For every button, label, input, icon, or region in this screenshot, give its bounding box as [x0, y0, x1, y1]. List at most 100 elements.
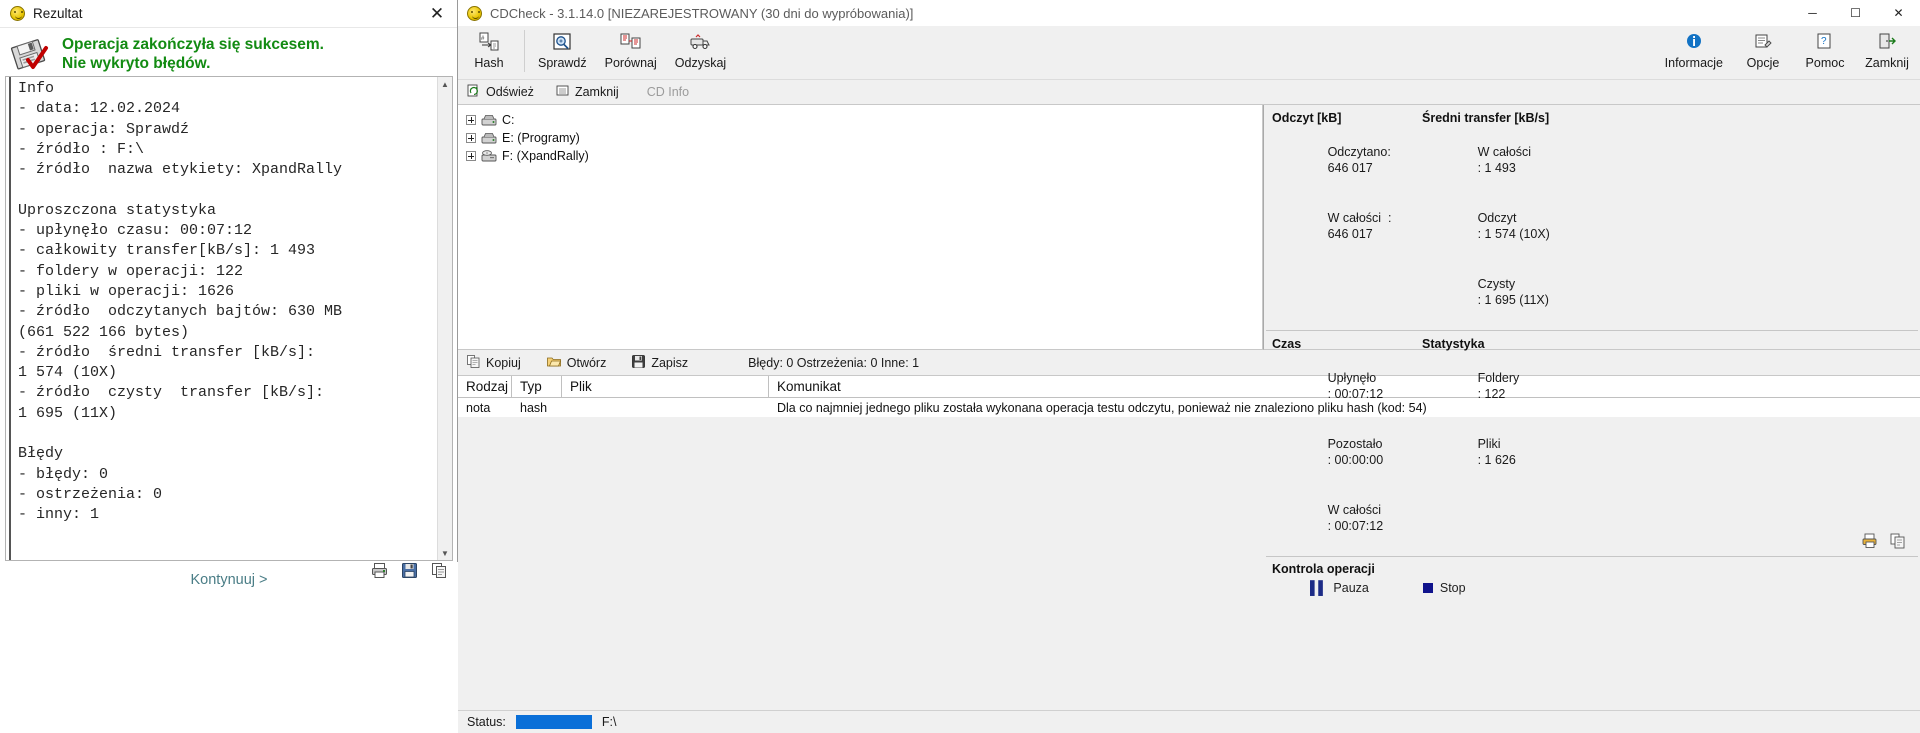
- stats-stat-label-1: Pliki: [1477, 436, 1501, 451]
- expand-icon[interactable]: [466, 133, 476, 143]
- operation-control-heading: Kontrola operacji: [1272, 562, 1375, 576]
- stop-button[interactable]: Stop: [1422, 580, 1466, 595]
- report-scrollbar[interactable]: ▲ ▼: [437, 77, 452, 560]
- log-button-kopiuj[interactable]: Kopiuj: [467, 354, 521, 371]
- stats-time-value-0: : 00:07:12: [1327, 387, 1384, 401]
- resize-grip-icon[interactable]: [1914, 719, 1920, 731]
- stats-avg-heading: Średni transfer [kB/s]: [1422, 111, 1550, 125]
- exit-door-icon: [1877, 31, 1897, 53]
- toolbar-button-odswiez[interactable]: Odśwież: [467, 84, 534, 100]
- hdd-icon: [481, 132, 497, 145]
- main-area: C: E: (Programy) F: (XpandRally) Odczyt …: [458, 105, 1920, 595]
- stats-time-value-2: : 00:07:12: [1327, 519, 1384, 533]
- toolbar-button-cd-info[interactable]: CD Info: [641, 85, 689, 99]
- close-icon[interactable]: ✕: [425, 2, 449, 24]
- toolbar-label-zamknij-tray: Zamknij: [574, 85, 619, 99]
- save-disk-icon: [632, 354, 646, 371]
- options-icon: [1753, 31, 1773, 53]
- pause-icon: ▌▌: [1310, 580, 1327, 595]
- ribbon-button-zamknij[interactable]: Zamknij: [1856, 26, 1918, 70]
- screen: Rezultat ✕ Operacja zakończyła się sukce…: [0, 0, 1920, 733]
- print-icon[interactable]: [1862, 533, 1878, 552]
- stats-time-value-1: : 00:00:00: [1327, 453, 1384, 467]
- drive-tree[interactable]: C: E: (Programy) F: (XpandRally): [458, 105, 1263, 350]
- log-cell-rodzaj: nota: [466, 400, 491, 415]
- copy-icon[interactable]: [1890, 533, 1906, 552]
- recovery-truck-icon: [688, 31, 712, 53]
- expand-icon[interactable]: [466, 151, 476, 161]
- tree-item-c[interactable]: C:: [462, 111, 1262, 129]
- stats-read-value-0: 646 017: [1327, 161, 1373, 175]
- stats-time-label-2: W całości: [1327, 502, 1382, 517]
- stats-read-label-0: Odczytano:: [1327, 144, 1391, 159]
- log-label-otworz: Otwórz: [566, 355, 607, 370]
- stop-icon: [1422, 582, 1433, 593]
- hash-file-icon: #: [478, 31, 500, 53]
- status-value: F:\: [601, 715, 617, 729]
- ribbon-button-pomoc[interactable]: ? Pomoc: [1794, 26, 1856, 70]
- ribbon-label-sprawdz: Sprawdź: [538, 56, 587, 70]
- stats-avg-value-1: : 1 574 (10X): [1477, 227, 1550, 241]
- cdcheck-titlebar: CDCheck - 3.1.14.0 [NIEZAREJESTROWANY (3…: [458, 0, 1920, 26]
- ribbon-button-opcje[interactable]: Opcje: [1732, 26, 1794, 70]
- log-cell-typ: hash: [520, 400, 548, 415]
- report-textarea[interactable]: Info - data: 12.02.2024 - operacja: Spra…: [5, 76, 453, 561]
- log-col-typ[interactable]: Typ: [512, 376, 562, 397]
- pause-button[interactable]: ▌▌ Pauza: [1310, 580, 1369, 595]
- maximize-button[interactable]: ☐: [1834, 0, 1877, 26]
- tree-item-f[interactable]: F: (XpandRally): [462, 147, 1262, 165]
- rezultat-titlebar: Rezultat ✕: [0, 0, 457, 28]
- log-button-zapisz[interactable]: Zapisz: [632, 354, 689, 371]
- copy-icon: [467, 354, 480, 371]
- ribbon-separator: [524, 30, 525, 72]
- result-header: Operacja zakończyła się sukcesem. Nie wy…: [0, 28, 457, 82]
- magnifier-disc-icon: [551, 31, 573, 53]
- help-icon: ?: [1815, 31, 1835, 53]
- compare-files-icon: [619, 31, 643, 53]
- stats-stat-value-0: : 122: [1477, 387, 1506, 401]
- stats-read-heading: Odczyt [kB]: [1272, 111, 1342, 125]
- floppy-check-icon: [8, 34, 50, 74]
- report-text: Info - data: 12.02.2024 - operacja: Spra…: [9, 77, 437, 560]
- progress-bar: [515, 715, 592, 729]
- ribbon-button-odzyskaj[interactable]: Odzyskaj: [666, 26, 735, 70]
- log-button-otworz[interactable]: Otwórz: [546, 355, 607, 371]
- close-button[interactable]: ✕: [1877, 0, 1920, 26]
- log-col-rodzaj[interactable]: Rodzaj: [458, 376, 512, 397]
- minimize-button[interactable]: ─: [1791, 0, 1834, 26]
- result-message: Operacja zakończyła się sukcesem. Nie wy…: [62, 35, 324, 72]
- stats-time-block: Czas Upłynęło : 00:07:12 Pozostało : 00:…: [1264, 331, 1920, 556]
- scroll-down-icon[interactable]: ▼: [438, 546, 452, 560]
- ribbon-button-hash[interactable]: # Hash: [458, 26, 520, 70]
- hdd-icon: [481, 114, 497, 127]
- tree-item-e[interactable]: E: (Programy): [462, 129, 1262, 147]
- ribbon-button-sprawdz[interactable]: Sprawdź: [529, 26, 596, 70]
- stats-statistics-column: Statystyka Foldery : 122 Pliki : 1 626: [1422, 337, 1572, 551]
- stats-time-label-1: Pozostało: [1327, 436, 1383, 451]
- log-counts: Błędy: 0 Ostrzeżenia: 0 Inne: 1: [748, 355, 920, 370]
- ribbon-label-zamknij: Zamknij: [1865, 56, 1909, 70]
- stats-icon-group: [1862, 533, 1906, 552]
- operation-control-block: Kontrola operacji ▌▌ Pauza Stop: [1264, 557, 1920, 599]
- eject-icon: [556, 84, 569, 100]
- log-col-plik[interactable]: Plik: [562, 376, 769, 397]
- sun-smiley-icon: [467, 5, 482, 21]
- expand-icon[interactable]: [466, 115, 476, 125]
- ribbon-toolbar: # Hash Sprawdź Porównaj Odzyskaj Informa…: [458, 26, 1920, 80]
- tree-label-c: C:: [502, 113, 515, 127]
- cdcheck-title: CDCheck - 3.1.14.0 [NIEZAREJESTROWANY (3…: [490, 5, 914, 21]
- stats-read-label-1: W całości :: [1327, 210, 1392, 225]
- ribbon-button-porownaj[interactable]: Porównaj: [596, 26, 666, 70]
- toolbar-button-zamknij-tray[interactable]: Zamknij: [556, 84, 619, 100]
- toolbar-label-cd-info: CD Info: [646, 85, 690, 99]
- scroll-up-icon[interactable]: ▲: [438, 77, 452, 91]
- tree-label-e: E: (Programy): [502, 131, 580, 145]
- continue-button[interactable]: Kontynuuj >: [0, 572, 458, 588]
- window-controls: ─ ☐ ✕: [1791, 0, 1920, 26]
- stats-avg-label-1: Odczyt: [1477, 210, 1527, 225]
- log-label-zapisz: Zapisz: [651, 355, 689, 370]
- ribbon-label-hash: Hash: [474, 56, 504, 70]
- ribbon-button-informacje[interactable]: Informacje: [1656, 26, 1732, 70]
- stats-avg-column: Średni transfer [kB/s] W całości : 1 493…: [1422, 111, 1572, 325]
- refresh-icon: [467, 84, 480, 100]
